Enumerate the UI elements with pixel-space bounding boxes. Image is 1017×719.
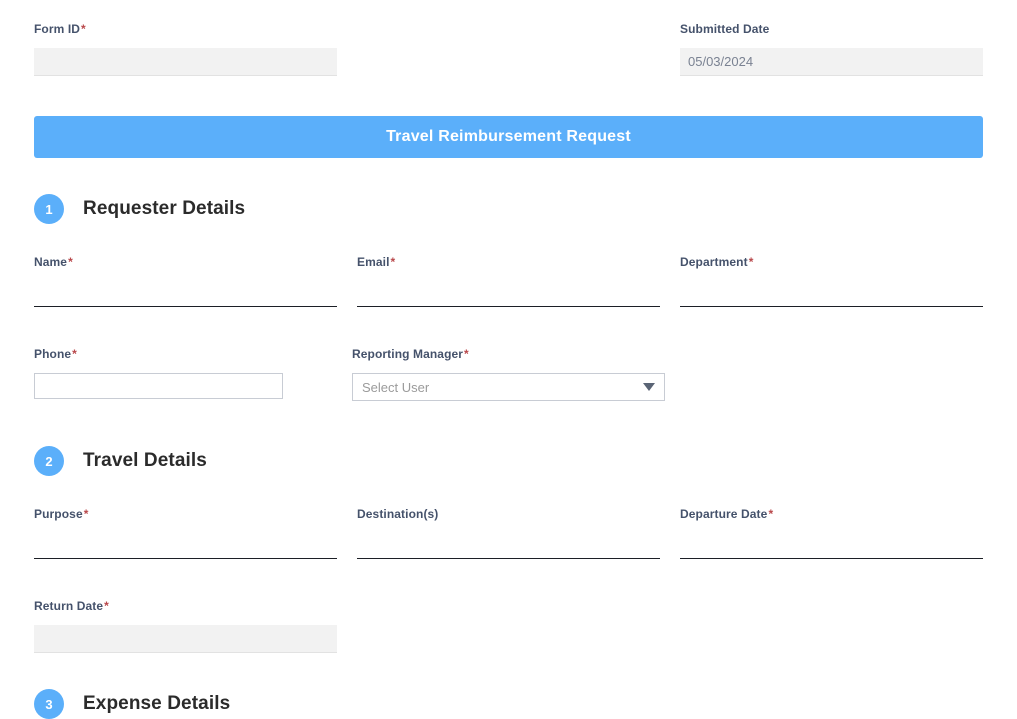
reporting-manager-select-value: Select User [352,373,665,401]
section-title-expense-details: Expense Details [83,693,231,714]
travel-row-2: Return Date* [0,599,1017,653]
requester-row-2-spacer [0,307,1017,347]
section-3-top-spacer [0,653,1017,689]
department-input[interactable] [680,281,983,307]
section-1-row-1-spacer [0,224,1017,255]
requester-row-1: Name* Email* Department* [0,255,1017,307]
submitted-date-label-text: Submitted Date [680,22,770,36]
top-spacer [0,0,1017,22]
return-date-input[interactable] [34,625,337,653]
submitted-date-label: Submitted Date [680,22,983,36]
email-label-text: Email [357,255,390,269]
email-required-marker: * [390,255,396,269]
section-2-top-spacer [0,401,1017,446]
form-id-label-text: Form ID [34,22,81,36]
department-required-marker: * [748,255,754,269]
destinations-label: Destination(s) [357,507,660,521]
name-input[interactable] [34,281,337,307]
destinations-field-group: Destination(s) [357,507,660,559]
section-number-badge-2: 2 [34,446,64,476]
departure-date-required-marker: * [768,507,774,521]
department-field-group: Department* [680,255,983,307]
form-id-field-group: Form ID* [34,22,337,76]
submitted-date-input[interactable] [680,48,983,76]
name-label-text: Name [34,255,68,269]
travel-row-2-spacer [0,559,1017,599]
email-input[interactable] [357,281,660,307]
name-required-marker: * [68,255,73,269]
departure-date-label: Departure Date* [680,507,983,521]
section-2-row-1-spacer [0,476,1017,507]
destinations-label-text: Destination(s) [357,507,439,521]
phone-label-text: Phone [34,347,72,361]
section-header-travel-details: 2 Travel Details [0,446,1017,476]
purpose-input[interactable] [34,533,337,559]
email-field-group: Email* [357,255,660,307]
top-field-row: Form ID* Submitted Date [0,22,1017,76]
phone-label: Phone* [34,347,332,361]
destinations-input[interactable] [357,533,660,559]
top-row-empty-column [357,22,660,76]
submitted-date-field-group: Submitted Date [680,22,983,76]
travel-row-1: Purpose* Destination(s) Departure Date* [0,507,1017,559]
departure-date-input[interactable] [680,533,983,559]
purpose-label: Purpose* [34,507,337,521]
purpose-field-group: Purpose* [34,507,337,559]
reporting-manager-select[interactable]: Select User [352,373,665,401]
purpose-required-marker: * [83,507,89,521]
departure-date-field-group: Departure Date* [680,507,983,559]
reporting-manager-required-marker: * [464,347,469,361]
section-number-badge-1: 1 [34,194,64,224]
name-label: Name* [34,255,337,269]
requester-row-2: Phone* Reporting Manager* Select User [0,347,1017,401]
section-title-requester-details: Requester Details [83,198,246,219]
form-id-required-marker: * [81,22,86,36]
form-title-text: Travel Reimbursement Request [386,128,631,145]
department-label: Department* [680,255,983,269]
travel-row-2-empty-column-1 [357,599,660,653]
return-date-required-marker: * [104,599,109,613]
reporting-manager-label-text: Reporting Manager [352,347,464,361]
reporting-manager-label: Reporting Manager* [352,347,665,361]
return-date-label: Return Date* [34,599,337,613]
email-label: Email* [357,255,660,269]
banner-top-spacer [0,76,1017,116]
form-title-banner: Travel Reimbursement Request [34,116,983,158]
department-label-text: Department [680,255,748,269]
travel-reimbursement-form: Form ID* Submitted Date Travel Reimburse… [0,0,1017,719]
reporting-manager-field-group: Reporting Manager* Select User [352,347,665,401]
section-header-requester-details: 1 Requester Details [0,194,1017,224]
phone-field-group: Phone* [34,347,332,401]
return-date-label-text: Return Date [34,599,104,613]
travel-row-2-empty-column-2 [680,599,983,653]
phone-input[interactable] [34,373,283,399]
section-number-badge-3: 3 [34,689,64,719]
section-1-top-spacer [0,158,1017,194]
form-id-label: Form ID* [34,22,337,36]
section-title-travel-details: Travel Details [83,450,207,471]
name-field-group: Name* [34,255,337,307]
form-id-input[interactable] [34,48,337,76]
departure-date-label-text: Departure Date [680,507,768,521]
return-date-field-group: Return Date* [34,599,337,653]
requester-row-2-empty-column [685,347,983,401]
phone-required-marker: * [72,347,77,361]
section-header-expense-details: 3 Expense Details [0,689,1017,719]
purpose-label-text: Purpose [34,507,83,521]
